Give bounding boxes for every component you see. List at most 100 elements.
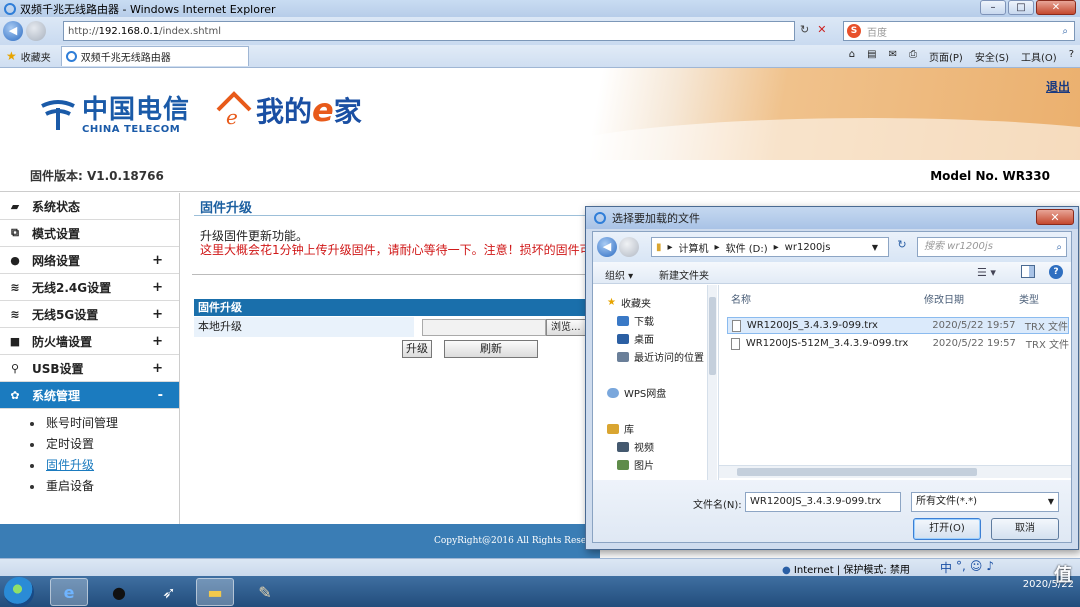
filetype-select[interactable]: 所有文件(*.*) ▼ xyxy=(911,492,1059,512)
breadcrumb-drive[interactable]: 软件 (D:) xyxy=(726,240,768,255)
smiley-icon[interactable]: ☺ xyxy=(970,559,983,576)
taskbar-bird-icon[interactable]: ➶ xyxy=(150,578,188,606)
submenu-label: 账号时间管理 xyxy=(46,416,119,430)
scroll-thumb[interactable] xyxy=(737,468,977,476)
tools-menu[interactable]: 工具(O) xyxy=(1021,49,1057,64)
breadcrumb-computer[interactable]: 计算机 xyxy=(679,240,709,255)
breadcrumb-sep: ▸ xyxy=(667,241,673,253)
submenu-reboot[interactable]: 重启设备 xyxy=(30,476,179,497)
menu-label: 系统管理 xyxy=(32,388,81,403)
close-window-button[interactable]: ✕ xyxy=(1036,0,1076,15)
logout-link[interactable]: 退出 xyxy=(1046,78,1070,95)
back-button[interactable]: ◀ xyxy=(3,21,23,41)
refresh-button[interactable]: 刷新 xyxy=(444,340,538,358)
sidebar-item-system-status[interactable]: ▰ 系统状态 xyxy=(0,193,179,220)
firmware-file-input[interactable] xyxy=(422,319,546,336)
view-options-icon[interactable]: ☰ ▾ xyxy=(977,266,996,279)
address-input[interactable]: http://192.168.0.1/index.shtml xyxy=(63,21,795,41)
file-list-hscrollbar[interactable] xyxy=(719,465,1071,478)
sidebar-item-system-management[interactable]: ✿ 系统管理 - xyxy=(0,382,179,409)
file-row[interactable]: WR1200JS_3.4.3.9-099.trx 2020/5/22 19:57… xyxy=(727,317,1069,334)
maximize-button[interactable]: □ xyxy=(1008,0,1034,15)
chevron-down-icon: ▼ xyxy=(1047,497,1054,506)
ehome-prefix: 我的 xyxy=(256,95,313,128)
safety-menu[interactable]: 安全(S) xyxy=(975,49,1009,64)
cancel-button[interactable]: 取消 xyxy=(991,518,1059,540)
forward-button[interactable] xyxy=(26,21,46,41)
menu-label: 防火墙设置 xyxy=(32,334,93,349)
ime-icon[interactable]: 中 xyxy=(940,559,952,576)
nav-label: WPS网盘 xyxy=(624,389,667,400)
tab-router[interactable]: 双频千兆无线路由器 xyxy=(60,46,249,66)
new-folder-button[interactable]: 新建文件夹 xyxy=(659,267,709,282)
breadcrumb-folder[interactable]: wr1200js xyxy=(785,242,831,253)
nav-videos[interactable]: 视频 xyxy=(617,439,654,454)
mail-icon[interactable]: ✉ xyxy=(889,49,897,64)
column-date[interactable]: 修改日期 xyxy=(924,291,964,306)
ime-toolbar[interactable]: 中 °, ☺ ♪ xyxy=(940,559,994,576)
microphone-icon[interactable]: ♪ xyxy=(986,559,994,576)
open-button[interactable]: 打开(O) xyxy=(913,518,981,540)
page-menu[interactable]: 页面(P) xyxy=(929,49,963,64)
menu-label: 系统状态 xyxy=(32,199,81,214)
breadcrumb-sep: ▸ xyxy=(714,241,720,253)
breadcrumb[interactable]: ▮ ▸ 计算机 ▸ 软件 (D:) ▸ wr1200js ▼ xyxy=(651,237,889,257)
taskbar-ie-icon[interactable]: e xyxy=(50,578,88,606)
dialog-forward-button[interactable] xyxy=(619,237,639,257)
favorites-button[interactable]: ★ 收藏夹 xyxy=(0,49,51,64)
filename-label: 文件名(N): xyxy=(693,500,742,511)
submenu-schedule[interactable]: 定时设置 xyxy=(30,434,179,455)
nav-desktop[interactable]: 桌面 xyxy=(617,331,654,346)
stop-icon[interactable]: ✕ xyxy=(817,23,826,36)
nav-wps-cloud[interactable]: WPS网盘 xyxy=(607,385,666,400)
address-bar-row: ◀ http://192.168.0.1/index.shtml ↻ ✕ S 百… xyxy=(0,17,1080,45)
column-type[interactable]: 类型 xyxy=(1019,291,1039,306)
scroll-thumb[interactable] xyxy=(709,297,716,375)
sidebar-item-firewall[interactable]: ■ 防火墙设置 + xyxy=(0,328,179,355)
upgrade-button[interactable]: 升级 xyxy=(402,340,432,358)
minimize-button[interactable]: – xyxy=(980,0,1006,15)
dialog-search-input[interactable]: 搜索 wr1200js ⌕ xyxy=(917,237,1067,257)
submenu-label: 定时设置 xyxy=(46,437,95,451)
print-icon[interactable]: ⎙ xyxy=(909,49,917,64)
home-icon[interactable]: ⌂ xyxy=(849,49,855,64)
taskbar-qq-icon[interactable]: ● xyxy=(100,578,138,606)
sidebar-item-wifi-24g[interactable]: ≋ 无线2.4G设置 + xyxy=(0,274,179,301)
search-input[interactable]: S 百度 ⌕ xyxy=(843,21,1075,41)
help-icon[interactable]: ? xyxy=(1049,265,1063,279)
nav-downloads[interactable]: 下载 xyxy=(617,313,654,328)
start-button[interactable] xyxy=(4,577,34,607)
refresh-icon[interactable]: ↻ xyxy=(893,238,911,256)
preview-pane-icon[interactable] xyxy=(1021,265,1035,278)
search-icon[interactable]: ⌕ xyxy=(1056,239,1062,257)
organize-menu[interactable]: 组织 ▾ xyxy=(605,267,633,282)
nav-favorites[interactable]: ★ 收藏夹 xyxy=(607,295,651,310)
submenu: 账号时间管理 定时设置 固件升级 重启设备 xyxy=(0,409,179,497)
ehome-suffix: 家 xyxy=(333,95,362,128)
file-row[interactable]: WR1200JS-512M_3.4.3.9-099.trx 2020/5/22 … xyxy=(727,335,1069,352)
dialog-close-button[interactable]: ✕ xyxy=(1036,209,1074,225)
search-placeholder: 百度 xyxy=(867,27,887,39)
filename-input[interactable]: WR1200JS_3.4.3.9-099.trx xyxy=(745,492,901,512)
column-name[interactable]: 名称 xyxy=(731,291,751,306)
taskbar-paint-icon[interactable]: ✎ xyxy=(246,578,284,606)
dialog-back-button[interactable]: ◀ xyxy=(597,237,617,257)
search-icon[interactable]: ⌕ xyxy=(1062,26,1068,37)
sidebar-item-mode-settings[interactable]: ⧉ 模式设置 xyxy=(0,220,179,247)
nav-libraries[interactable]: 库 xyxy=(607,421,634,436)
chevron-down-icon[interactable]: ▼ xyxy=(872,243,878,252)
nav-pictures[interactable]: 图片 xyxy=(617,457,654,472)
nav-scrollbar[interactable] xyxy=(707,285,717,480)
submenu-firmware-upgrade[interactable]: 固件升级 xyxy=(30,455,179,476)
refresh-icon[interactable]: ↻ xyxy=(800,23,809,36)
punctuation-icon[interactable]: °, xyxy=(956,559,966,576)
sidebar-item-usb[interactable]: ⚲ USB设置 + xyxy=(0,355,179,382)
nav-recent[interactable]: 最近访问的位置 xyxy=(617,349,704,364)
sidebar-item-wifi-5g[interactable]: ≋ 无线5G设置 + xyxy=(0,301,179,328)
feeds-icon[interactable]: ▤ xyxy=(867,49,876,64)
submenu-account-time[interactable]: 账号时间管理 xyxy=(30,413,179,434)
sidebar-item-network-settings[interactable]: ● 网络设置 + xyxy=(0,247,179,274)
taskbar-explorer-icon[interactable]: ▬ xyxy=(196,578,234,606)
house-icon: e xyxy=(216,91,252,129)
help-icon[interactable]: ? xyxy=(1069,49,1074,64)
